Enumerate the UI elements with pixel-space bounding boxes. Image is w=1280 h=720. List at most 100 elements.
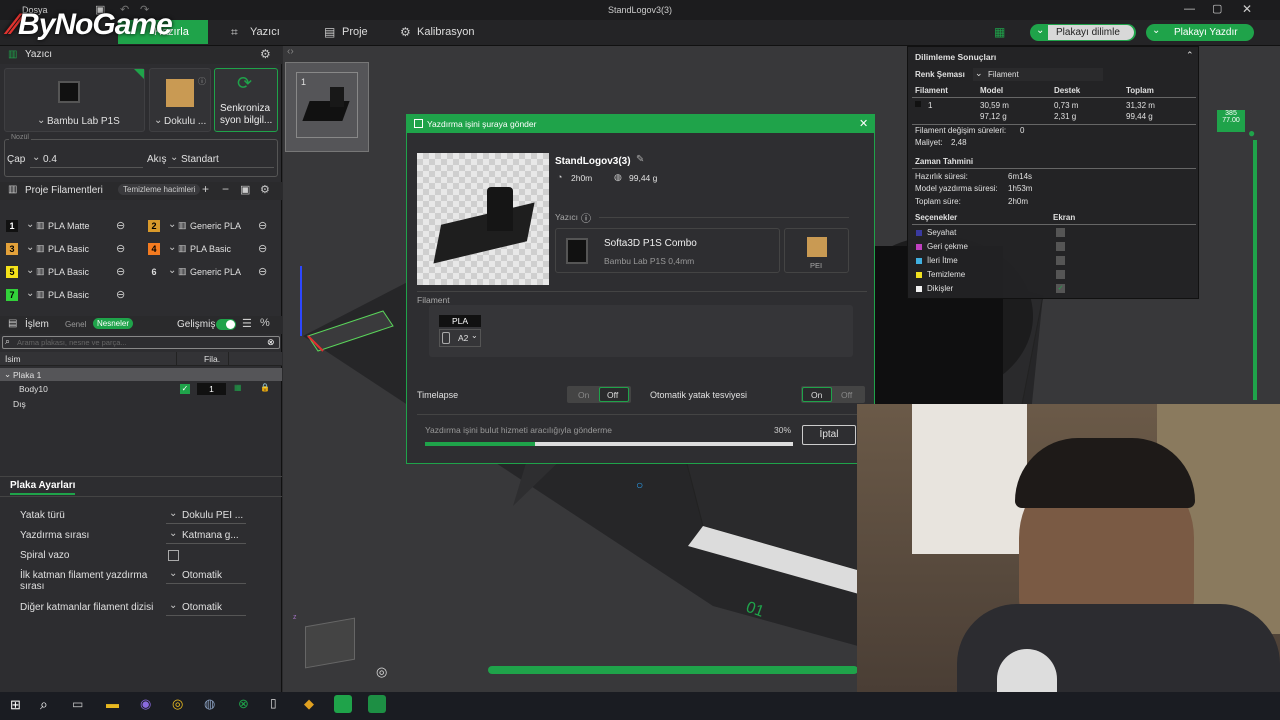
tab-global[interactable]: Genel — [65, 320, 86, 329]
bambu-handy-icon[interactable] — [368, 695, 386, 713]
epic-icon[interactable]: ▯ — [270, 696, 277, 710]
option-display-checkbox[interactable]: ✓ — [1056, 284, 1065, 293]
printer-selector[interactable]: ⌄ Bambu Lab P1S — [4, 68, 145, 132]
expand-icon[interactable]: ⌄ — [4, 369, 11, 380]
auto-level-toggle[interactable]: On Off — [801, 386, 865, 403]
gear-icon[interactable]: ⚙ — [260, 47, 271, 61]
plate-setting-select[interactable]: ⌄ Otomatik — [166, 567, 246, 584]
chevron-down-icon: ⌄ — [37, 115, 46, 126]
remove-filament-icon[interactable]: ⊖ — [258, 242, 267, 255]
remove-filament-icon[interactable]: ⊖ — [116, 219, 125, 232]
edit-icon[interactable]: ▣ — [240, 183, 250, 196]
plate-row[interactable]: ⌄ Plaka 1 — [0, 368, 282, 381]
screenshot-icon[interactable]: ◎ — [376, 664, 387, 680]
tab-objects[interactable]: Nesneler — [93, 318, 134, 329]
object-row[interactable]: Body10 ✓ 1 ▦ 🔒 — [0, 383, 282, 396]
flow-label: Akış — [147, 154, 167, 165]
view-cube[interactable] — [305, 617, 355, 669]
clear-search-icon[interactable]: ⊗ — [267, 337, 275, 348]
maximize-icon[interactable]: ▢ — [1212, 2, 1222, 15]
list-icon[interactable]: ☰ — [242, 317, 252, 330]
horizontal-slider[interactable] — [488, 666, 858, 674]
percent-icon[interactable]: % — [260, 317, 270, 329]
nozzle-select[interactable]: ⌄ 0.4 — [30, 150, 143, 168]
object-filament[interactable]: 1 — [197, 383, 226, 395]
discord-icon[interactable]: ◉ — [140, 696, 151, 712]
chrome-icon[interactable]: ◎ — [172, 696, 183, 712]
collapse-icon[interactable]: ⌃ — [1186, 50, 1194, 61]
nozzle-value: 0.4 — [43, 154, 57, 165]
tab-project[interactable]: Proje — [342, 26, 368, 38]
collapse-icon[interactable]: ‹› — [287, 46, 294, 57]
tab-printer[interactable]: Yazıcı — [250, 26, 280, 38]
remove-icon[interactable]: − — [222, 182, 229, 196]
slider-handle-icon[interactable]: ● — [1248, 126, 1255, 140]
advanced-toggle[interactable] — [216, 319, 236, 330]
object-search[interactable]: ⌕ Arama plakası, nesne ve parça... ⊗ — [2, 336, 280, 349]
checkbox-icon[interactable]: ✓ — [180, 384, 190, 394]
minimize-icon[interactable]: — — [1184, 3, 1195, 15]
remove-filament-icon[interactable]: ⊖ — [116, 288, 125, 301]
remove-filament-icon[interactable]: ⊖ — [258, 219, 267, 232]
filament-change-label: Filament değişim süreleri: — [915, 126, 1007, 135]
add-icon[interactable]: + — [202, 182, 209, 196]
option-display-checkbox[interactable] — [1056, 228, 1065, 237]
filament-item[interactable]: 6 ⌄ ▥ Generic PLA ⊖ — [146, 263, 278, 281]
sync-button[interactable]: ⟳ Senkroniza syon bilgil... — [214, 68, 278, 132]
help-icon[interactable]: ⓘ — [581, 210, 591, 225]
nozzle-label: Çap — [7, 154, 26, 165]
plate-thumbnail[interactable]: 1 — [285, 62, 369, 152]
printer-select-card[interactable]: Softa3D P1S Combo Bambu Lab P1S 0,4mm — [555, 228, 780, 273]
filament-item[interactable]: 7 ⌄ ▥ PLA Basic ⊖ — [4, 286, 136, 304]
close-icon[interactable]: ✕ — [859, 117, 868, 130]
chevron-down-icon: ⌄ — [168, 242, 177, 253]
task-view-icon[interactable]: ▭ — [72, 697, 83, 711]
multi-plate-icon[interactable]: ▦ — [994, 25, 1005, 39]
plate-setting-select[interactable]: ⌄ Katmana g... — [166, 527, 246, 544]
total-weight: 99,44 g — [1126, 112, 1153, 121]
outside-row[interactable]: Dış — [0, 398, 282, 411]
plate-card[interactable]: PEI — [784, 228, 849, 273]
gear-icon[interactable]: ⚙ — [260, 183, 270, 196]
file-explorer-icon[interactable]: ▬ — [106, 696, 119, 711]
ams-slot-select[interactable]: A2 ⌄ — [439, 329, 481, 347]
print-plate-button[interactable]: ⌄ Plakayı Yazdır — [1146, 24, 1254, 41]
xbox-icon[interactable]: ⊗ — [238, 696, 249, 712]
filament-name: PLA Basic — [48, 267, 90, 277]
info-icon[interactable]: ⓘ — [198, 76, 206, 87]
remove-filament-icon[interactable]: ⊖ — [116, 265, 125, 278]
cancel-button[interactable]: İptal — [802, 425, 856, 445]
plate-setting-select[interactable]: ⌄ Dokulu PEI ... — [166, 507, 246, 524]
close-icon[interactable]: ✕ — [1242, 2, 1252, 16]
windows-start-icon[interactable]: ⊞ — [10, 697, 21, 713]
steam-icon[interactable]: ◍ — [204, 696, 215, 712]
filament-item[interactable]: 5 ⌄ ▥ PLA Basic ⊖ — [4, 263, 136, 281]
chevron-down-icon: ⌄ — [169, 528, 178, 539]
option-display-checkbox[interactable] — [1056, 270, 1065, 279]
remove-filament-icon[interactable]: ⊖ — [258, 265, 267, 278]
tab-calibration[interactable]: Kalibrasyon — [417, 26, 474, 38]
app-icon[interactable]: ◆ — [304, 696, 314, 712]
flow-select[interactable]: ⌄ Standart — [168, 150, 274, 168]
filament-item[interactable]: 4 ⌄ ▥ PLA Basic ⊖ — [146, 240, 278, 258]
search-icon[interactable]: ⌕ — [40, 696, 48, 713]
filament-item[interactable]: 1 ⌄ ▥ PLA Matte ⊖ — [4, 217, 136, 235]
lock-icon[interactable]: 🔒 — [260, 383, 270, 392]
settings-small-icon[interactable]: ▦ — [234, 383, 242, 392]
option-display-checkbox[interactable] — [1056, 256, 1065, 265]
slice-plate-button[interactable]: ⌄ Plakayı dilimle — [1030, 24, 1136, 41]
flush-volumes-button[interactable]: Temizleme hacimleri — [118, 184, 201, 195]
remove-filament-icon[interactable]: ⊖ — [116, 242, 125, 255]
option-display-checkbox[interactable] — [1056, 242, 1065, 251]
layer-slider[interactable] — [1253, 140, 1257, 400]
spiral-vase-checkbox[interactable] — [168, 550, 179, 561]
window-title: StandLogov3(3) — [607, 5, 673, 15]
color-scheme-select[interactable]: ⌄ Filament — [973, 68, 1103, 81]
plate-setting-select[interactable]: ⌄ Otomatik — [166, 599, 246, 616]
edit-icon[interactable]: ✎ — [636, 154, 644, 165]
filament-item[interactable]: 3 ⌄ ▥ PLA Basic ⊖ — [4, 240, 136, 258]
plate-type-selector[interactable]: ⓘ ⌄ Dokulu ... — [149, 68, 211, 132]
bambu-studio-icon[interactable] — [334, 695, 352, 713]
timelapse-toggle[interactable]: On Off — [567, 386, 631, 403]
filament-item[interactable]: 2 ⌄ ▥ Generic PLA ⊖ — [146, 217, 278, 235]
